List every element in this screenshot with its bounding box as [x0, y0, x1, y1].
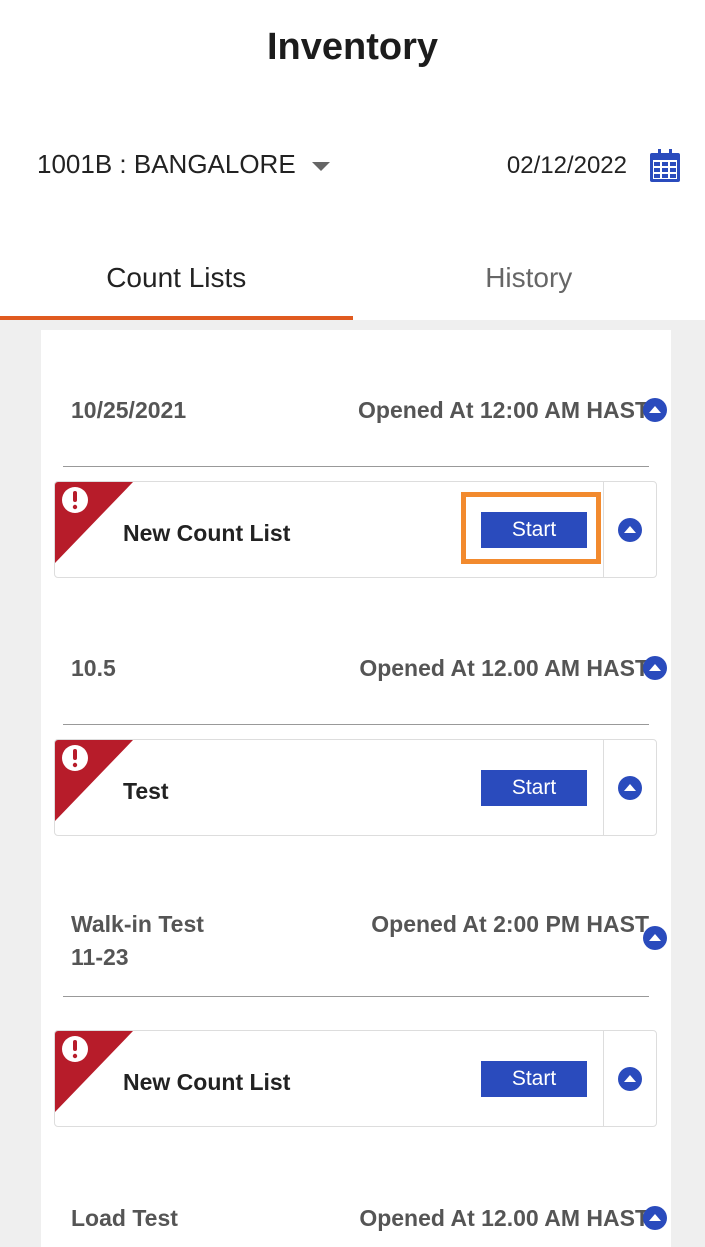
count-list-item: Test Start [54, 739, 657, 836]
count-list-name: New Count List [123, 1069, 291, 1095]
chevron-up-icon[interactable] [618, 776, 642, 800]
chevron-up-icon[interactable] [643, 656, 667, 680]
chevron-down-icon [311, 161, 330, 171]
alert-flag [55, 1031, 133, 1126]
group-name: 10.5 [71, 655, 116, 681]
start-button[interactable]: Start [481, 770, 587, 806]
date-value: 02/12/2022 [506, 152, 627, 179]
group-name: 10/25/2021 [71, 397, 187, 423]
store-dropdown[interactable]: 1001B : BANGALORE [37, 146, 330, 182]
group-opened: Opened At 2:00 PM HAST [371, 911, 649, 937]
page-title: Inventory [266, 26, 439, 68]
tab-bar: Count Lists History [0, 236, 705, 320]
chevron-up-icon[interactable] [643, 398, 667, 422]
card-divider [603, 482, 604, 577]
chevron-up-icon[interactable] [618, 518, 642, 542]
group-header: 10/25/2021 Opened At 12:00 AM HAST [63, 382, 667, 467]
date-picker[interactable]: 02/12/2022 [507, 146, 681, 186]
tab-count-lists[interactable]: Count Lists [0, 236, 353, 320]
count-list-panel: 10/25/2021 Opened At 12:00 AM HAST New C… [41, 330, 671, 1247]
alert-flag [55, 482, 133, 577]
tab-history[interactable]: History [353, 236, 705, 320]
group-opened: Opened At 12:00 AM HAST [358, 397, 649, 423]
chevron-up-icon[interactable] [643, 926, 667, 950]
start-button[interactable]: Start [481, 512, 587, 548]
group-opened: Opened At 12.00 AM HAST [359, 655, 649, 681]
chevron-up-icon[interactable] [618, 1067, 642, 1091]
start-button[interactable]: Start [481, 1061, 587, 1097]
count-list-name: Test [123, 778, 169, 804]
alert-flag [55, 740, 133, 835]
group-header: 10.5 Opened At 12.00 AM HAST [63, 640, 667, 725]
store-label: 1001B : BANGALORE [37, 148, 296, 179]
card-divider [603, 740, 604, 835]
chevron-up-icon[interactable] [643, 1206, 667, 1230]
card-divider [603, 1031, 604, 1126]
count-list-name: New Count List [123, 520, 291, 546]
calendar-icon[interactable] [649, 149, 681, 183]
group-name: Load Test [71, 1205, 178, 1231]
count-list-item: New Count List Start [54, 481, 657, 578]
count-list-item: New Count List Start [54, 1030, 657, 1127]
group-header: Load Test Opened At 12.00 AM HAST [63, 1190, 667, 1247]
group-header: Walk-in Test 11-23 Opened At 2:00 PM HAS… [63, 898, 667, 997]
group-name: Walk-in Test 11-23 [71, 911, 204, 970]
count-list-area[interactable]: 10/25/2021 Opened At 12:00 AM HAST New C… [0, 320, 705, 1247]
group-opened: Opened At 12.00 AM HAST [359, 1205, 649, 1231]
